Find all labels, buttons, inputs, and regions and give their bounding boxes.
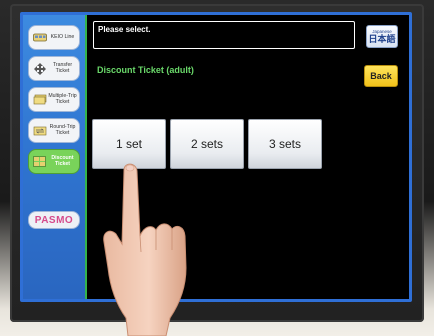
back-button[interactable]: Back xyxy=(364,65,398,87)
ticket-machine-screen: KEIO Line Transfer Ticket Multiple-Trip … xyxy=(20,12,412,302)
option-3-sets-button[interactable]: 3 sets xyxy=(248,119,322,169)
sidebar-item-round-trip-ticket[interactable]: Round-Trip Ticket xyxy=(28,118,80,143)
sidebar-item-label: Transfer Ticket xyxy=(52,61,73,74)
sidebar-item-label: Multiple-Trip Ticket xyxy=(48,92,77,105)
page-subtitle: Discount Ticket (adult) xyxy=(97,65,194,75)
prompt-message: Please select. xyxy=(93,21,355,49)
sidebar-item-discount-ticket[interactable]: Discount Ticket xyxy=(28,149,80,174)
pasmo-logo: PASMO xyxy=(28,211,80,229)
transfer-icon xyxy=(32,61,47,76)
sidebar: KEIO Line Transfer Ticket Multiple-Trip … xyxy=(23,15,85,299)
sidebar-item-keio-line[interactable]: KEIO Line xyxy=(28,25,80,50)
sidebar-item-label: KEIO Line xyxy=(50,33,75,40)
train-icon xyxy=(32,30,47,45)
ticket-stack-icon xyxy=(32,92,47,107)
sidebar-item-label: Round-Trip Ticket xyxy=(49,123,76,136)
sidebar-item-transfer-ticket[interactable]: Transfer Ticket xyxy=(28,56,80,81)
japanese-language-button[interactable]: Japanese 日本語 xyxy=(366,25,398,48)
main-panel: Please select. Japanese 日本語 Discount Tic… xyxy=(85,15,409,299)
sidebar-item-label: Discount Ticket xyxy=(51,154,74,167)
language-button-label: 日本語 xyxy=(368,34,396,44)
option-1-set-button[interactable]: 1 set xyxy=(92,119,166,169)
option-2-sets-button[interactable]: 2 sets xyxy=(170,119,244,169)
sidebar-item-multiple-trip-ticket[interactable]: Multiple-Trip Ticket xyxy=(28,87,80,112)
round-trip-icon xyxy=(32,123,47,138)
discount-ticket-icon xyxy=(32,154,47,169)
